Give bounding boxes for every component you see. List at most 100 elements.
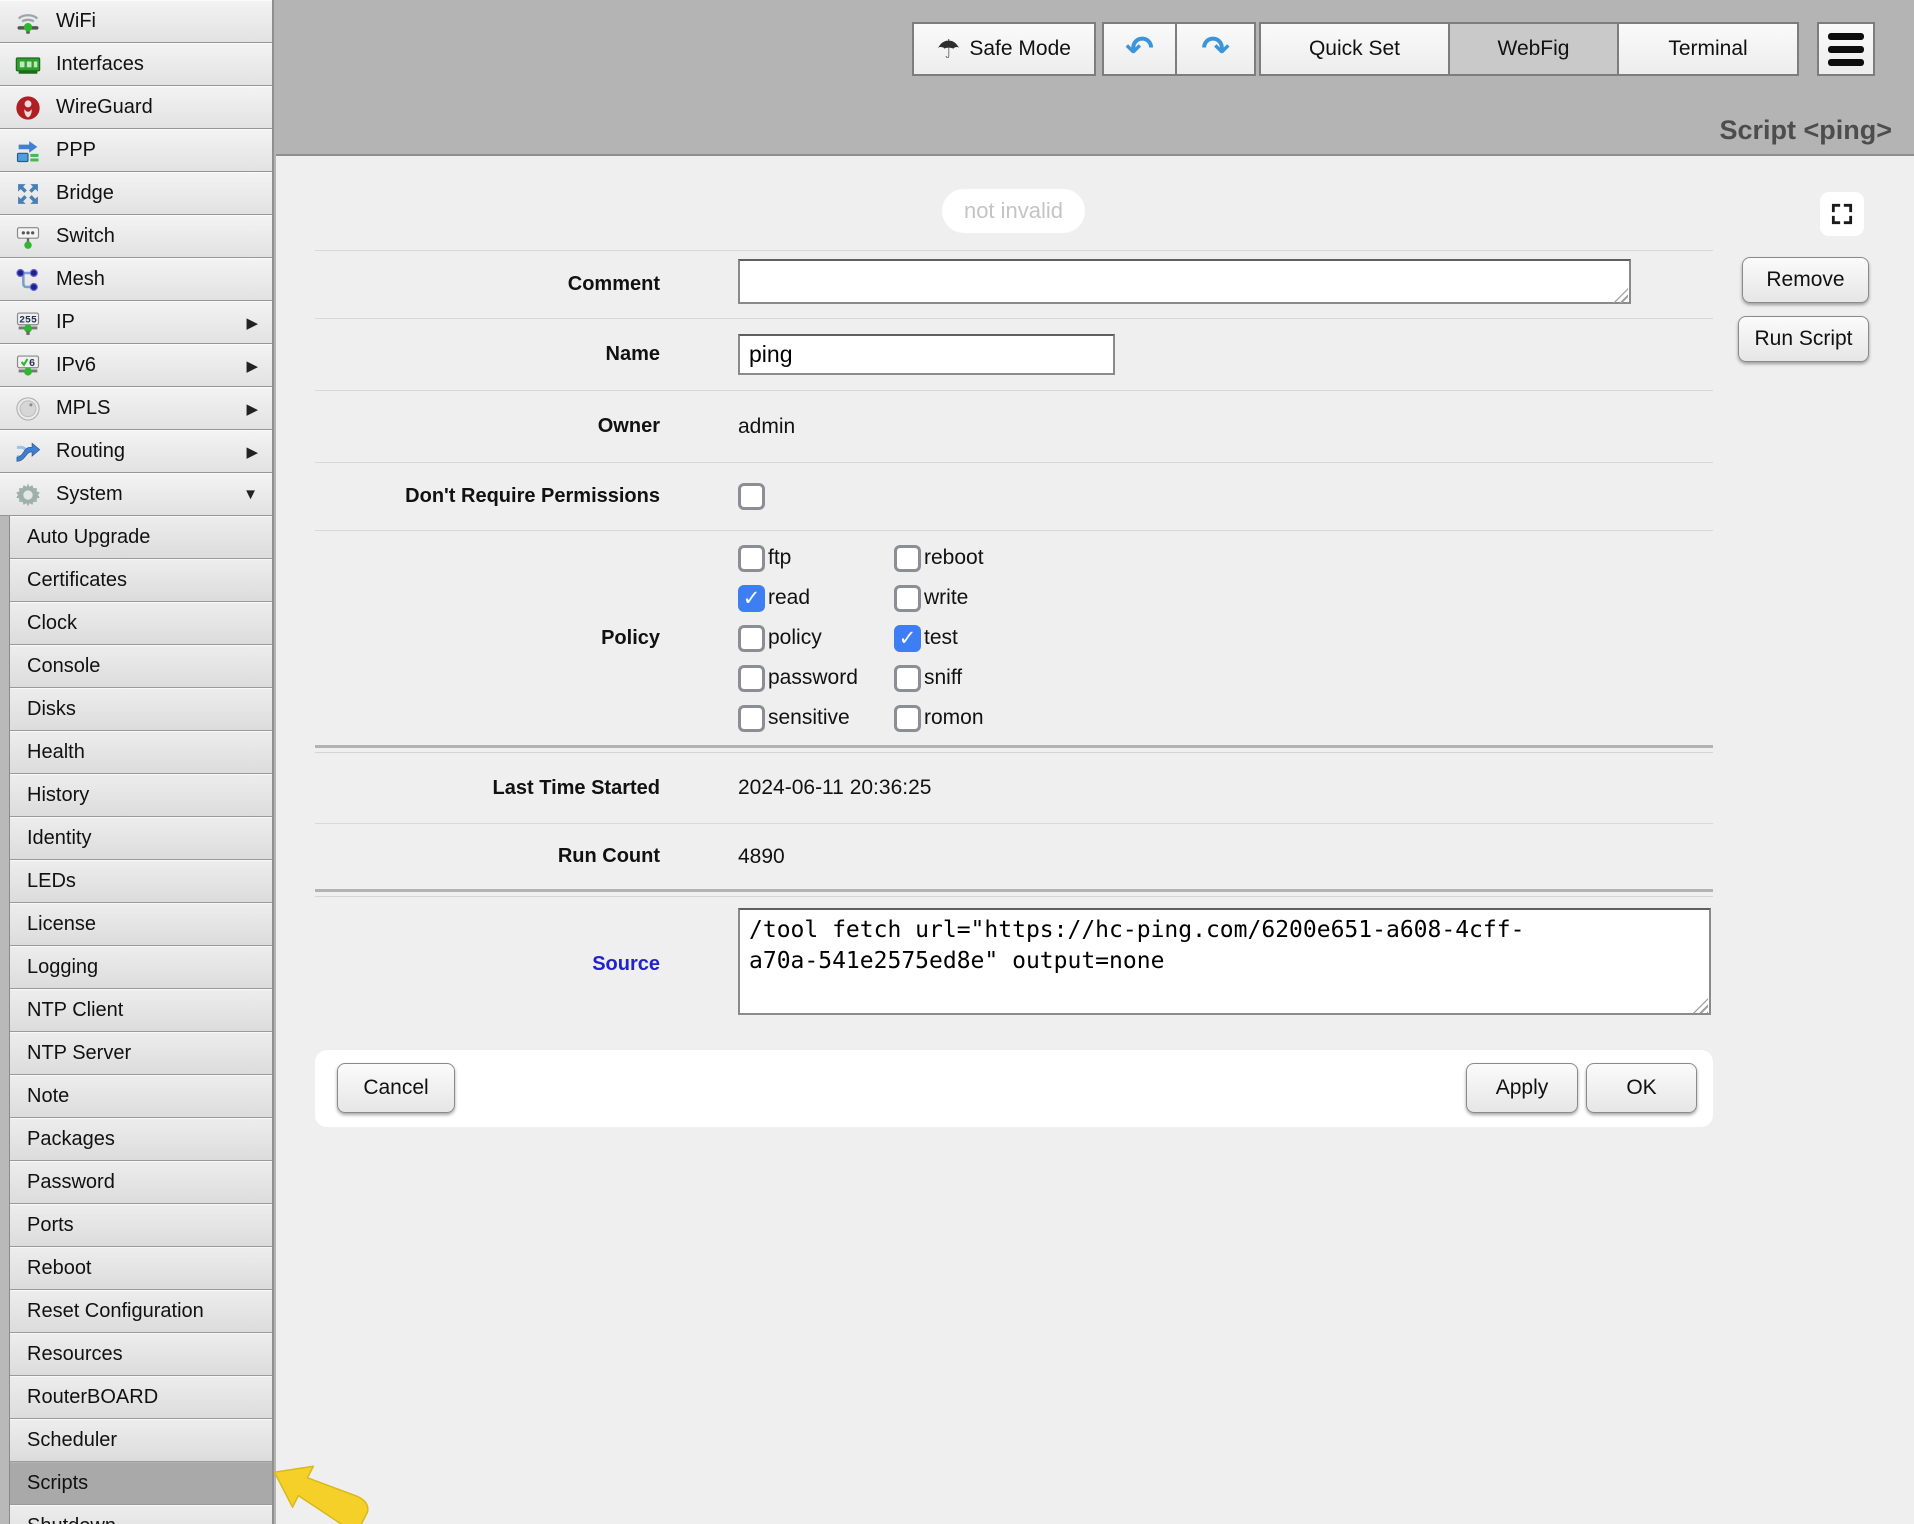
menu-button[interactable] (1817, 22, 1875, 76)
policy-checkbox-write[interactable] (894, 585, 921, 612)
sidebar-item-ntp-client[interactable]: NTP Client (10, 989, 272, 1032)
terminal-label: Terminal (1668, 37, 1747, 61)
policy-checkbox-romon[interactable] (894, 705, 921, 732)
policy-checkbox-read[interactable]: ✓ (738, 585, 765, 612)
redo-button[interactable]: ↷ (1175, 22, 1256, 76)
ipv6-icon: 6 (13, 352, 43, 380)
sidebar-item-system[interactable]: System▼ (0, 473, 272, 516)
policy-checkbox-ftp[interactable] (738, 545, 765, 572)
policy-option-sensitive: sensitive (738, 705, 894, 732)
interfaces-icon (13, 51, 43, 79)
sidebar-item-ip[interactable]: 255IP▶ (0, 301, 272, 344)
sidebar-item-label: WiFi (56, 10, 96, 33)
policy-checkbox-password[interactable] (738, 665, 765, 692)
comment-input[interactable] (738, 259, 1631, 304)
sidebar-item-health[interactable]: Health (10, 731, 272, 774)
fullscreen-button[interactable] (1820, 192, 1864, 236)
sidebar-item-scheduler[interactable]: Scheduler (10, 1419, 272, 1462)
sidebar-item-identity[interactable]: Identity (10, 817, 272, 860)
safe-mode-button[interactable]: ☂ Safe Mode (912, 22, 1096, 76)
sidebar-item-switch[interactable]: Switch (0, 215, 272, 258)
sidebar-item-label: WireGuard (56, 96, 153, 119)
bridge-icon (13, 180, 43, 208)
policy-checkbox-label: reboot (924, 546, 984, 570)
sidebar-item-ports[interactable]: Ports (10, 1204, 272, 1247)
page-title: Script <ping> (1719, 115, 1892, 146)
sidebar-item-label: NTP Client (27, 999, 123, 1022)
tab-quick-set[interactable]: Quick Set (1259, 22, 1450, 76)
sidebar-item-auto-upgrade[interactable]: Auto Upgrade (10, 516, 272, 559)
dont-require-permissions-checkbox[interactable] (738, 483, 765, 510)
sidebar-item-interfaces[interactable]: Interfaces (0, 43, 272, 86)
sidebar-item-reboot[interactable]: Reboot (10, 1247, 272, 1290)
sidebar-item-ntp-server[interactable]: NTP Server (10, 1032, 272, 1075)
main-content: not invalid Remove Run Script Comment Na… (276, 156, 1914, 1524)
sidebar-item-disks[interactable]: Disks (10, 688, 272, 731)
policy-checkbox-test[interactable]: ✓ (894, 625, 921, 652)
policy-checkbox-reboot[interactable] (894, 545, 921, 572)
sidebar-item-routing[interactable]: Routing▶ (0, 430, 272, 473)
tab-terminal[interactable]: Terminal (1617, 22, 1799, 76)
undo-button[interactable]: ↶ (1102, 22, 1177, 76)
source-label: Source (315, 953, 660, 976)
sidebar-item-scripts[interactable]: Scripts (10, 1462, 272, 1505)
sidebar-item-label: Mesh (56, 268, 105, 291)
apply-button[interactable]: Apply (1466, 1063, 1578, 1113)
section-divider (315, 889, 1713, 897)
sidebar-item-mpls[interactable]: MPLS▶ (0, 387, 272, 430)
name-input[interactable] (738, 334, 1115, 375)
sidebar-item-label: Scheduler (27, 1429, 117, 1452)
sidebar-item-shutdown[interactable]: Shutdown (10, 1505, 272, 1524)
sidebar-item-history[interactable]: History (10, 774, 272, 817)
script-form: Comment Name Owner admin Don't Require P… (315, 250, 1713, 1032)
header: ☂ Safe Mode ↶ ↷ Quick Set WebFig Termina… (276, 0, 1914, 156)
policy-checkbox-sensitive[interactable] (738, 705, 765, 732)
ok-button[interactable]: OK (1586, 1063, 1697, 1113)
svg-text:255: 255 (19, 314, 37, 325)
sidebar-item-wireguard[interactable]: WireGuard (0, 86, 272, 129)
sidebar-item-license[interactable]: License (10, 903, 272, 946)
policy-option-sniff: sniff (894, 665, 984, 692)
source-textarea[interactable]: /tool fetch url="https://hc-ping.com/620… (738, 908, 1711, 1015)
policy-checkbox-policy[interactable] (738, 625, 765, 652)
sidebar-item-packages[interactable]: Packages (10, 1118, 272, 1161)
sidebar-item-label: System (56, 483, 123, 506)
tab-webfig[interactable]: WebFig (1448, 22, 1619, 76)
sidebar-item-bridge[interactable]: Bridge (0, 172, 272, 215)
toolbar: ☂ Safe Mode ↶ ↷ Quick Set WebFig Termina… (912, 22, 1875, 76)
sidebar-item-leds[interactable]: LEDs (10, 860, 272, 903)
sidebar-item-reset-configuration[interactable]: Reset Configuration (10, 1290, 272, 1333)
policy-checkbox-label: read (768, 586, 810, 610)
sidebar-item-ipv6[interactable]: 6IPv6▶ (0, 344, 272, 387)
policy-checkbox-label: policy (768, 626, 822, 650)
mpls-icon (13, 395, 43, 423)
sidebar-item-label: Health (27, 741, 85, 764)
sidebar-item-routerboard[interactable]: RouterBOARD (10, 1376, 272, 1419)
sidebar-item-wifi[interactable]: WiFi (0, 0, 272, 43)
switch-icon (13, 223, 43, 251)
policy-checkbox-label: sniff (924, 666, 962, 690)
sidebar-item-resources[interactable]: Resources (10, 1333, 272, 1376)
sidebar-item-password[interactable]: Password (10, 1161, 272, 1204)
sidebar-item-label: Reset Configuration (27, 1300, 204, 1323)
sidebar-item-label: Resources (27, 1343, 123, 1366)
sidebar-system-submenu: Auto UpgradeCertificatesClockConsoleDisk… (9, 516, 272, 1524)
sidebar-item-logging[interactable]: Logging (10, 946, 272, 989)
policy-checkbox-label: ftp (768, 546, 791, 570)
policy-checkbox-sniff[interactable] (894, 665, 921, 692)
policy-checkbox-label: test (924, 626, 958, 650)
sidebar-item-note[interactable]: Note (10, 1075, 272, 1118)
sidebar-item-ppp[interactable]: PPP (0, 129, 272, 172)
fullscreen-icon (1829, 201, 1855, 227)
sidebar-item-console[interactable]: Console (10, 645, 272, 688)
sidebar-item-mesh[interactable]: Mesh (0, 258, 272, 301)
sidebar-item-clock[interactable]: Clock (10, 602, 272, 645)
section-divider (315, 745, 1713, 753)
chevron-right-icon: ▶ (246, 400, 258, 418)
policy-row: Policy ftpreboot✓readwritepolicy✓testpas… (315, 530, 1713, 745)
cancel-button[interactable]: Cancel (337, 1063, 455, 1113)
sidebar-main-menu: WiFi Interfaces WireGuard PPPBridgeSwitch Me… (0, 0, 272, 516)
sidebar-item-certificates[interactable]: Certificates (10, 559, 272, 602)
run-script-button[interactable]: Run Script (1738, 316, 1869, 362)
remove-button[interactable]: Remove (1742, 257, 1869, 303)
